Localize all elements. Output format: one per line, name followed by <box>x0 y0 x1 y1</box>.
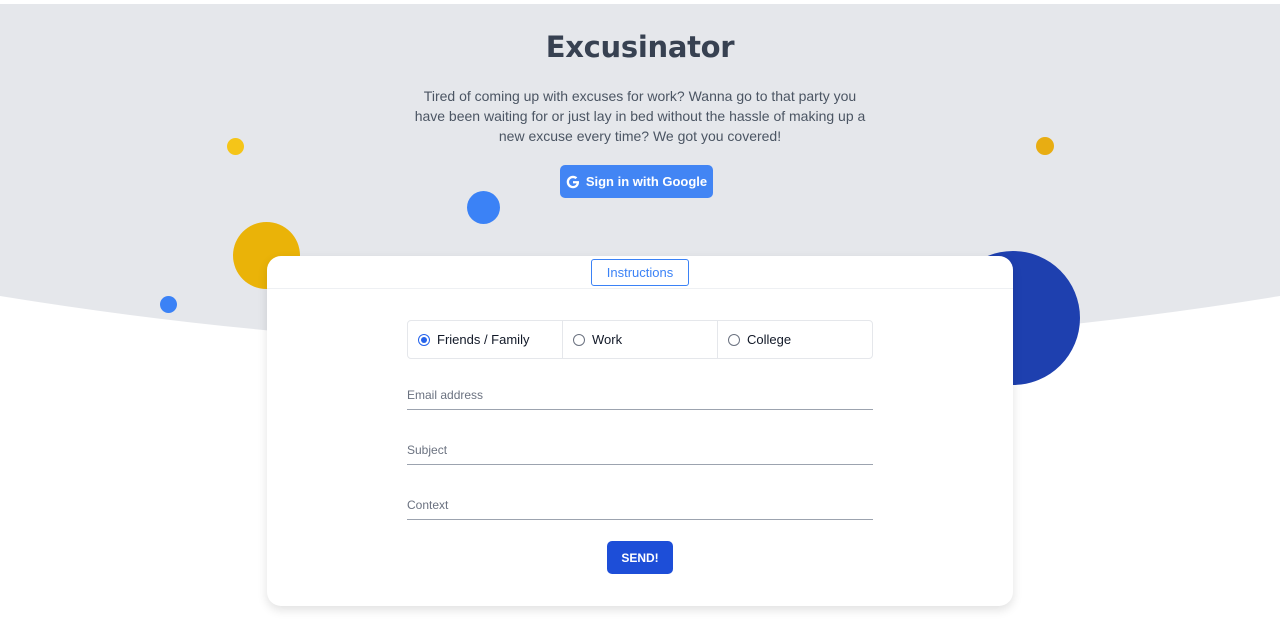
top-divider <box>0 0 1280 4</box>
subject-field[interactable] <box>407 435 873 465</box>
decor-dot-blue-medium <box>467 191 500 224</box>
card-header: Instructions <box>267 256 1013 289</box>
radio-button[interactable] <box>573 333 585 346</box>
radio-option-friends-family[interactable]: Friends / Family <box>408 321 563 358</box>
radio-label: Friends / Family <box>437 332 530 347</box>
category-radio-group: Friends / Family Work College <box>407 320 873 359</box>
decor-dot-yellow-small-right <box>1036 137 1054 155</box>
radio-option-college[interactable]: College <box>718 321 872 358</box>
page-title: Excusinator <box>545 30 735 64</box>
decor-dot-yellow-small-left <box>227 138 244 155</box>
email-field[interactable] <box>407 380 873 410</box>
google-signin-label: Sign in with Google <box>585 174 708 189</box>
context-field[interactable] <box>407 490 873 520</box>
excuse-form-card: Instructions Friends / Family Work Colle… <box>267 256 1013 606</box>
send-button[interactable]: SEND! <box>607 541 673 574</box>
page-subtitle: Tired of coming up with excuses for work… <box>414 88 866 144</box>
google-g-icon <box>566 175 580 189</box>
page: Excusinator Tired of coming up with excu… <box>0 0 1280 629</box>
instructions-button[interactable]: Instructions <box>591 259 689 286</box>
decor-dot-blue-small <box>160 296 177 313</box>
google-signin-button[interactable]: Sign in with Google <box>560 165 713 198</box>
radio-label: Work <box>592 332 623 347</box>
radio-button-checked[interactable] <box>418 333 430 346</box>
radio-button[interactable] <box>728 333 740 346</box>
radio-label: College <box>747 332 792 347</box>
radio-option-work[interactable]: Work <box>563 321 718 358</box>
